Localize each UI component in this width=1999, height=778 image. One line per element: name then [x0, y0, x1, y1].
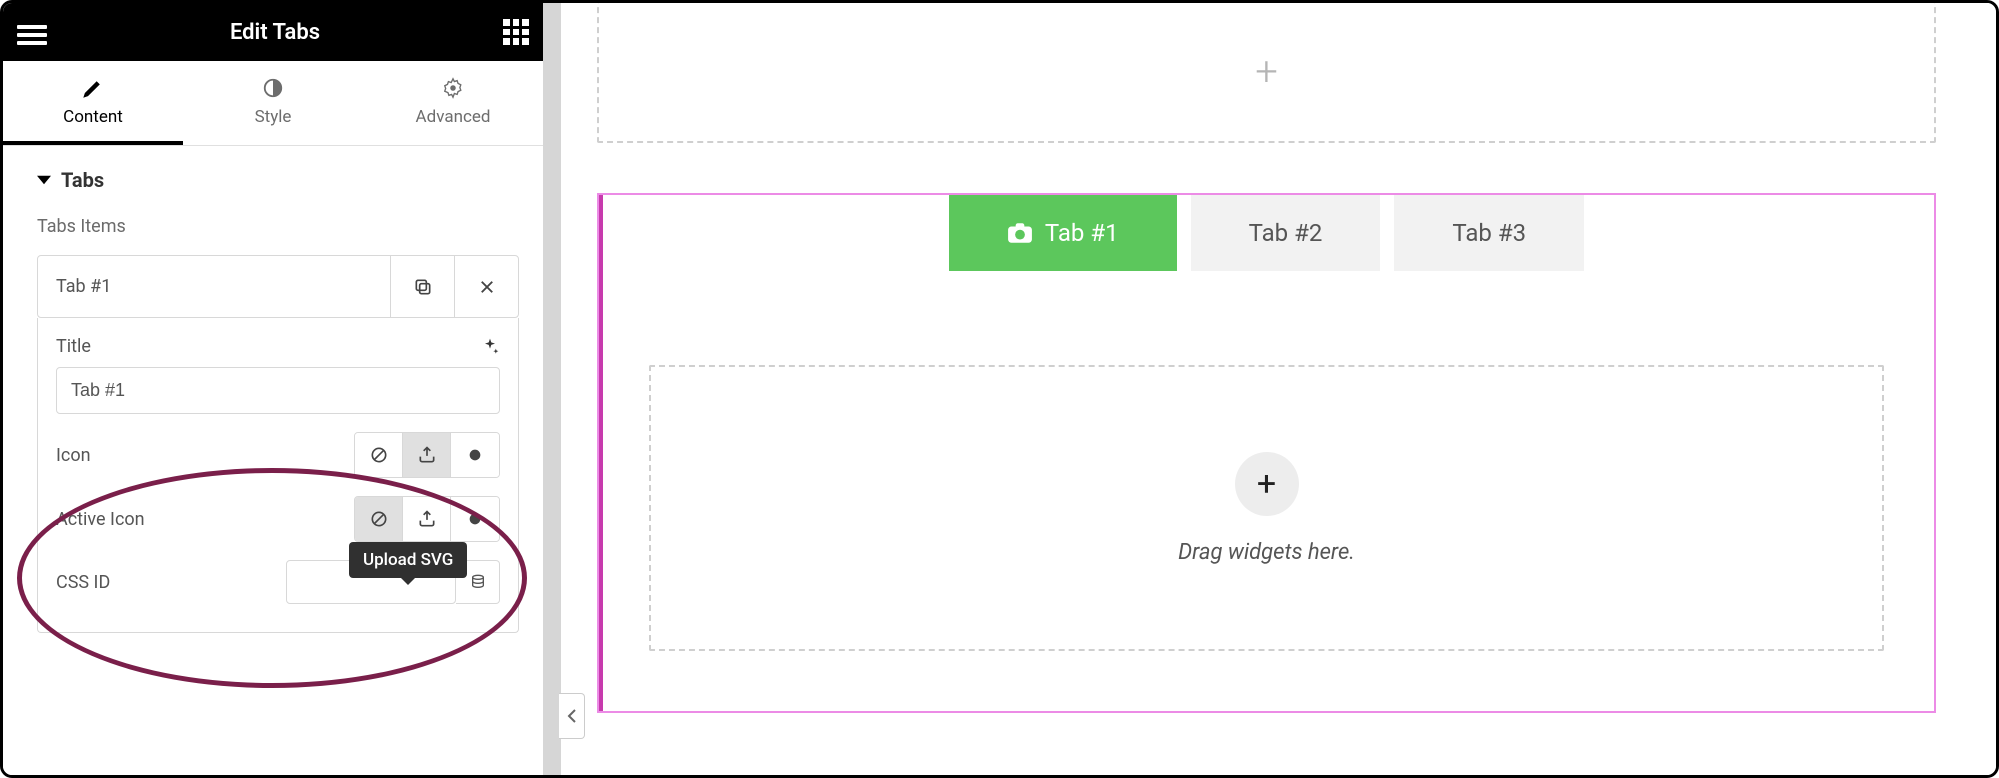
active-icon-none-button[interactable]	[355, 497, 403, 541]
database-icon	[470, 573, 486, 591]
icon-none-button[interactable]	[355, 433, 403, 477]
widget-accent	[599, 195, 603, 711]
tab-button-2[interactable]: Tab #2	[1191, 195, 1381, 271]
section-drop-zone[interactable]: +	[597, 3, 1936, 143]
tab-item-title: Tab #1	[38, 256, 390, 317]
active-icon-picker	[354, 496, 500, 542]
chevron-left-icon	[567, 709, 577, 723]
upload-icon	[417, 509, 437, 529]
upload-icon	[417, 445, 437, 465]
tab-content[interactable]: Content	[3, 61, 183, 145]
copy-icon	[413, 277, 433, 297]
none-icon	[369, 445, 389, 465]
panel-tabs: Content Style Advanced	[3, 61, 543, 146]
editor-panel: Edit Tabs Content Style Advanced T	[3, 3, 543, 775]
section-tabs[interactable]: Tabs	[37, 168, 519, 192]
drop-hint-text: Drag widgets here.	[1178, 540, 1355, 565]
menu-icon[interactable]	[17, 21, 47, 43]
tabs-items-label: Tabs Items	[37, 216, 519, 237]
active-icon-label: Active Icon	[56, 509, 211, 530]
camera-icon	[1007, 222, 1033, 244]
widget-drop-zone[interactable]: + Drag widgets here.	[649, 365, 1884, 651]
collapse-panel-button[interactable]	[559, 693, 585, 739]
pencil-icon	[82, 77, 104, 99]
plus-icon: +	[1255, 52, 1278, 92]
ai-sparkle-button[interactable]	[480, 337, 500, 357]
icon-library-button[interactable]	[451, 433, 499, 477]
caret-down-icon	[37, 173, 51, 187]
active-icon-upload-button[interactable]	[403, 497, 451, 541]
none-icon	[369, 509, 389, 529]
tab-item-controls: Title Icon	[37, 318, 519, 633]
tab-button-3[interactable]: Tab #3	[1394, 195, 1584, 271]
tab-buttons-row: Tab #1 Tab #2 Tab #3	[599, 195, 1934, 271]
tab-style[interactable]: Style	[183, 61, 363, 145]
tab-button-1[interactable]: Tab #1	[949, 195, 1177, 271]
title-label: Title	[56, 336, 91, 357]
tab-item-row[interactable]: Tab #1	[37, 255, 519, 318]
duplicate-button[interactable]	[390, 256, 454, 317]
icon-label: Icon	[56, 445, 211, 466]
panel-gutter	[543, 3, 561, 775]
plus-icon: +	[1257, 467, 1276, 501]
close-icon	[478, 278, 496, 296]
icon-upload-button[interactable]	[403, 433, 451, 477]
tab-advanced[interactable]: Advanced	[363, 61, 543, 145]
panel-body: Tabs Tabs Items Tab #1 Title	[3, 146, 543, 775]
tabs-widget[interactable]: Tab #1 Tab #2 Tab #3 + Drag widgets here…	[597, 193, 1936, 713]
apps-icon[interactable]	[503, 19, 529, 45]
add-widget-button[interactable]: +	[1235, 452, 1299, 516]
circle-icon	[467, 447, 483, 463]
remove-button[interactable]	[454, 256, 518, 317]
sparkle-icon	[480, 337, 500, 357]
canvas: + Tab #1 Tab #2 Tab #3 + Drag	[561, 3, 1996, 775]
panel-title: Edit Tabs	[47, 20, 503, 45]
panel-header: Edit Tabs	[3, 3, 543, 61]
circle-icon	[467, 511, 483, 527]
gear-icon	[442, 77, 464, 99]
active-icon-library-button[interactable]	[451, 497, 499, 541]
upload-svg-tooltip: Upload SVG	[349, 542, 467, 578]
title-input[interactable]	[56, 367, 500, 414]
icon-picker	[354, 432, 500, 478]
css-id-label: CSS ID	[56, 572, 211, 593]
contrast-icon	[262, 77, 284, 99]
